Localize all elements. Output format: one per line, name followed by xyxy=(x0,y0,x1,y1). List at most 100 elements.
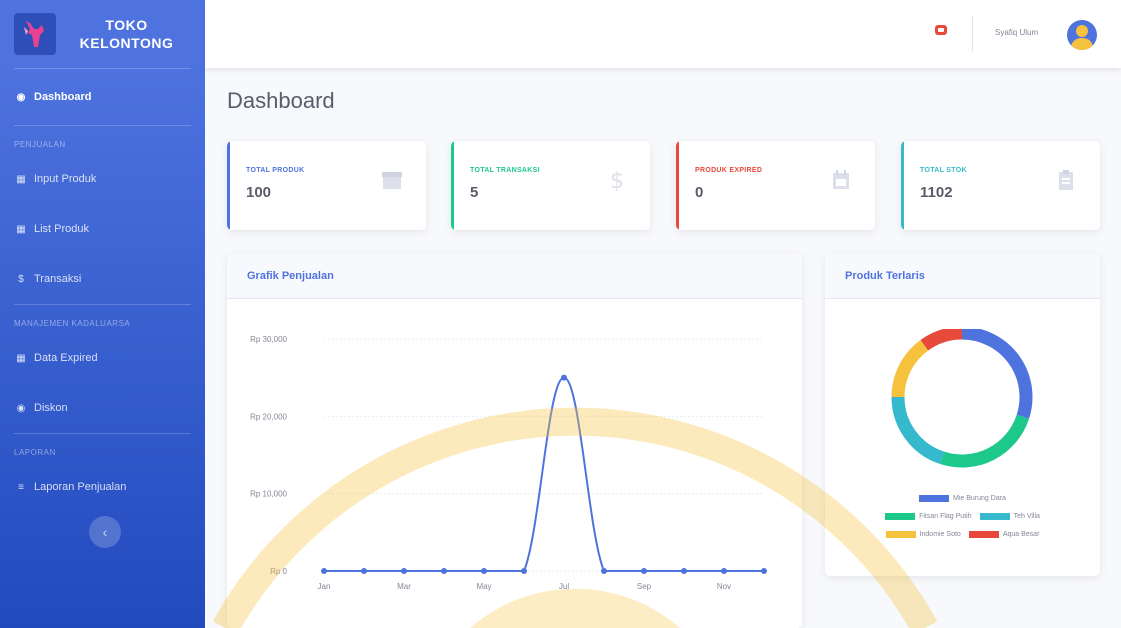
dollar-icon: $ xyxy=(610,169,624,191)
sales-chart-title: Grafik Penjualan xyxy=(227,254,802,299)
list-icon: ▦ xyxy=(16,223,26,235)
legend-swatch xyxy=(968,530,999,538)
sidebar-item-label: Laporan Penjualan xyxy=(34,481,127,493)
x-tick-label: Jul xyxy=(559,582,569,591)
sidebar-item-label: Diskon xyxy=(34,402,68,414)
legend-swatch xyxy=(919,494,950,502)
stat-value: 0 xyxy=(695,184,704,201)
sidebar-item-diskon[interactable]: ◉ Diskon xyxy=(0,383,205,433)
sidebar-item-input-produk[interactable]: ▦ Input Produk xyxy=(0,154,205,204)
data-point xyxy=(401,568,407,574)
stat-accent-bar xyxy=(676,141,679,230)
x-tick-label: Sep xyxy=(637,582,652,591)
stat-value: 1102 xyxy=(920,184,953,201)
legend-label: Aqua Besar xyxy=(1002,530,1040,538)
stat-value: 5 xyxy=(470,184,479,201)
sidebar-item-label: Data Expired xyxy=(34,352,98,364)
stat-label: TOTAL PRODUK xyxy=(246,167,305,174)
calendar-icon xyxy=(833,170,849,189)
clipboard-icon xyxy=(1059,170,1073,190)
stat-label: PRODUK EXPIRED xyxy=(695,167,763,174)
deer-logo-icon xyxy=(14,13,56,55)
legend-swatch xyxy=(885,530,916,538)
message-alert-icon[interactable] xyxy=(933,25,947,41)
x-tick-label: Jan xyxy=(318,582,331,591)
avatar[interactable] xyxy=(1067,20,1097,50)
doughnut-slice xyxy=(891,396,945,465)
data-point xyxy=(521,568,527,574)
legend-item[interactable]: Aqua Besar xyxy=(968,530,1040,538)
x-tick-label: Nov xyxy=(717,582,731,591)
legend-item[interactable]: Teh Villa xyxy=(979,512,1040,520)
page-title: Dashboard xyxy=(227,88,335,113)
doughnut-slice xyxy=(940,414,1030,468)
data-point xyxy=(761,568,767,574)
sidebar-heading-manajemen: MANAJEMEN KADALUARSA xyxy=(14,319,131,328)
legend-label: Fitsan Flag Putih xyxy=(919,512,972,520)
chart-legend: Mie Burung Dara Fitsan Flag Putih Teh Vi… xyxy=(825,489,1100,543)
menu-icon: ≡ xyxy=(18,481,24,493)
sidebar-toggle-button[interactable]: ‹ xyxy=(89,516,121,548)
sidebar-item-label: Input Produk xyxy=(34,173,97,185)
y-tick-label: Rp 10,000 xyxy=(250,490,287,499)
dashboard-icon: ◉ xyxy=(16,91,26,103)
dollar-icon: $ xyxy=(18,273,24,285)
topbar-divider xyxy=(972,16,973,52)
data-point xyxy=(321,568,327,574)
data-point xyxy=(561,374,567,381)
brand-line-1: TOKO xyxy=(105,17,148,33)
box-icon xyxy=(382,172,402,189)
sidebar-brand[interactable]: TOKO KELONTONG xyxy=(0,0,205,68)
legend-row: Fitsan Flag Putih Teh Villa xyxy=(825,507,1100,525)
alert-badge xyxy=(935,25,947,35)
y-tick-label: Rp 20,000 xyxy=(250,412,287,421)
sidebar: TOKO KELONTONG ◉ Dashboard PENJUALAN ▦ I… xyxy=(0,0,205,628)
data-point xyxy=(641,568,647,574)
data-point xyxy=(361,568,367,574)
legend-row: Indomie Soto Aqua Besar xyxy=(825,525,1100,543)
doughnut-slice xyxy=(920,329,963,351)
sidebar-item-data-expired[interactable]: ▦ Data Expired xyxy=(0,333,205,383)
calendar-icon: ▦ xyxy=(16,352,26,364)
y-tick-label: Rp 30,000 xyxy=(250,335,287,344)
best-seller-title: Produk Terlaris xyxy=(825,254,1100,299)
sales-line-chart: Rp 0 Rp 10,000 Rp 20,000 Rp 30,000 Jan Mar May… xyxy=(250,335,767,591)
doughnut-slice xyxy=(891,339,929,398)
legend-item[interactable]: Fitsan Flag Putih xyxy=(885,512,972,520)
y-tick-label: Rp 0 xyxy=(270,567,287,576)
grid-icon: ▦ xyxy=(16,173,26,185)
sidebar-item-dashboard[interactable]: ◉ Dashboard xyxy=(0,69,205,125)
chevron-left-icon: ‹ xyxy=(102,524,108,540)
sales-series-line xyxy=(324,376,764,572)
x-tick-label: Mar xyxy=(397,582,411,591)
sidebar-heading-laporan: LAPORAN xyxy=(14,448,56,457)
sidebar-item-label: List Produk xyxy=(34,223,90,235)
data-point xyxy=(721,568,727,574)
data-point xyxy=(681,568,687,574)
legend-item[interactable]: Indomie Soto xyxy=(885,530,961,538)
stat-card-total-produk: TOTAL PRODUK 100 xyxy=(227,141,426,230)
stat-accent-bar xyxy=(451,141,454,230)
legend-swatch xyxy=(979,512,1010,520)
legend-label: Teh Villa xyxy=(1013,512,1040,520)
x-tick-label: May xyxy=(476,582,491,591)
sidebar-item-laporan-penjualan[interactable]: ≡ Laporan Penjualan xyxy=(0,462,205,512)
svg-text:$: $ xyxy=(610,169,624,191)
user-name[interactable]: Syafiq Ulum xyxy=(995,28,1038,37)
legend-row: Mie Burung Dara xyxy=(825,489,1100,507)
legend-label: Mie Burung Dara xyxy=(953,494,1006,502)
doughnut-slice xyxy=(961,329,1033,419)
data-point xyxy=(481,568,487,574)
sales-chart-card: Grafik Penjualan Rp 0 Rp 10,000 Rp 20,000 R… xyxy=(227,254,802,628)
best-seller-doughnut-chart xyxy=(891,329,1033,468)
sidebar-item-list-produk[interactable]: ▦ List Produk xyxy=(0,204,205,254)
brand-name: TOKO KELONTONG xyxy=(56,16,191,52)
legend-label: Indomie Soto xyxy=(919,530,961,538)
legend-item[interactable]: Mie Burung Dara xyxy=(919,494,1006,502)
stat-card-produk-expired: PRODUK EXPIRED 0 xyxy=(676,141,875,230)
sidebar-item-transaksi[interactable]: $ Transaksi xyxy=(0,254,205,304)
sidebar-item-label: Transaksi xyxy=(34,273,82,285)
stat-label: TOTAL TRANSAKSI xyxy=(470,167,540,174)
sidebar-item-label: Dashboard xyxy=(34,91,92,103)
stat-accent-bar xyxy=(227,141,230,230)
